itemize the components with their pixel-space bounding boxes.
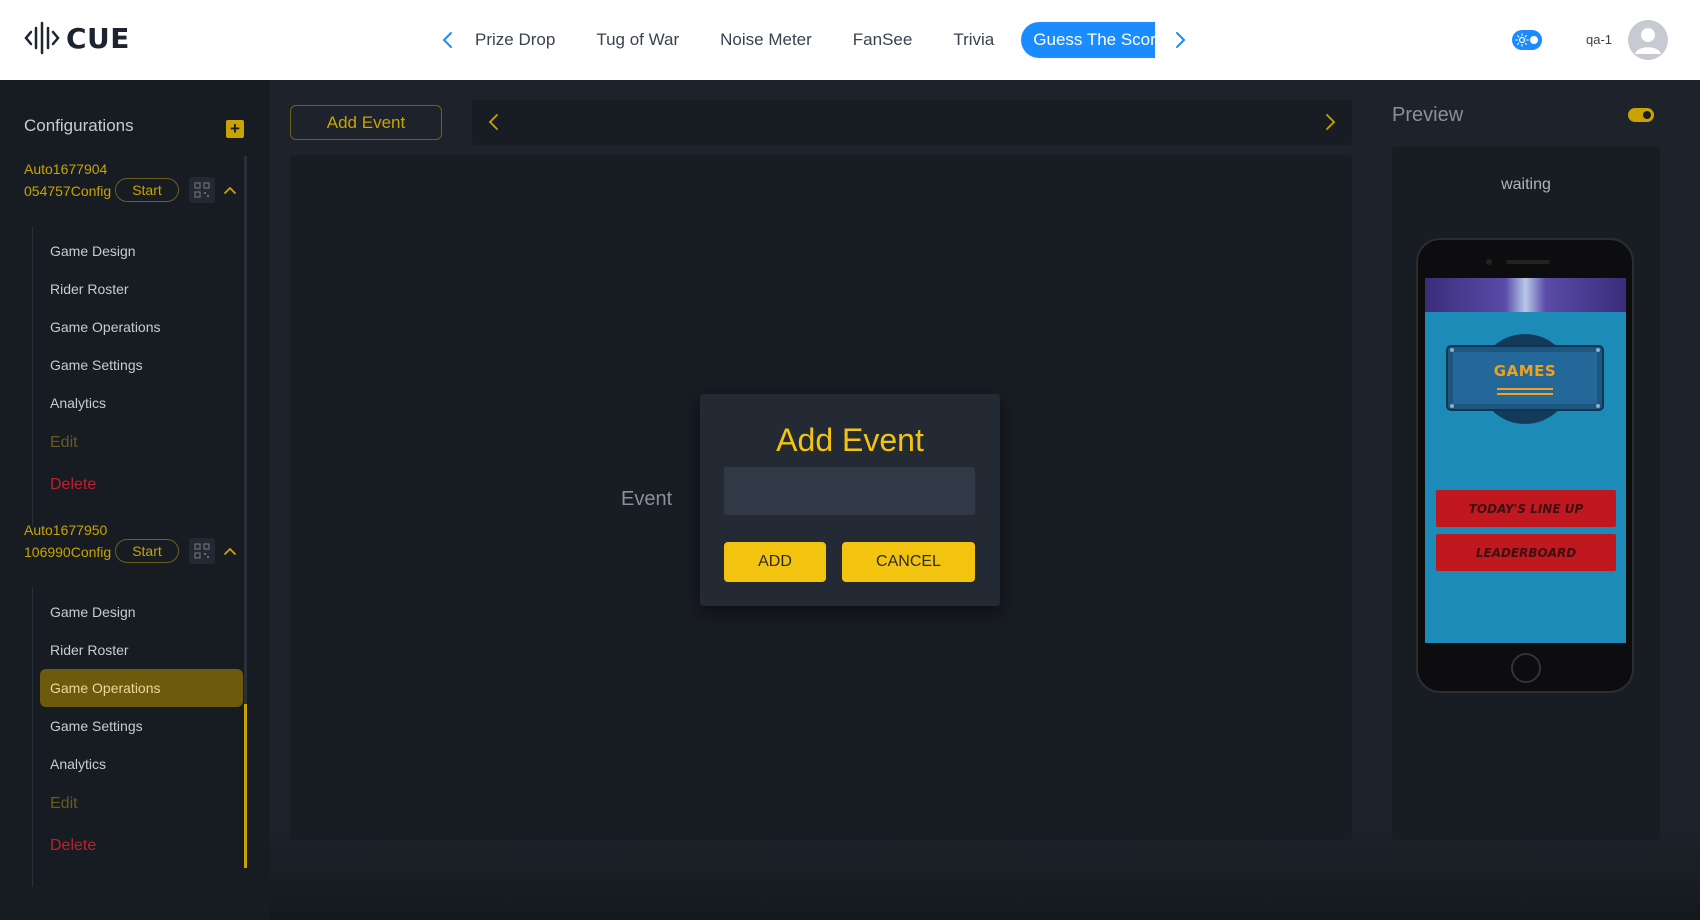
menu-rider-roster[interactable]: Rider Roster — [40, 631, 243, 669]
menu-analytics[interactable]: Analytics — [40, 745, 243, 783]
event-placeholder-text: Event — [621, 488, 673, 510]
preview-toggle[interactable] — [1628, 108, 1654, 122]
tree-line — [32, 587, 33, 887]
tree-line — [32, 226, 33, 526]
toggle-knob — [1530, 36, 1538, 44]
menu-delete[interactable]: Delete — [40, 466, 243, 504]
tabs-prev-button[interactable] — [436, 26, 460, 54]
phone-screen: GAMES TODAY'S LINE UP LEADERBOARD — [1425, 278, 1626, 643]
sun-icon — [1515, 33, 1529, 47]
theme-toggle[interactable] — [1512, 30, 1542, 50]
todays-line-up-button[interactable]: TODAY'S LINE UP — [1436, 490, 1616, 527]
chevron-up-icon[interactable] — [222, 182, 238, 198]
menu-game-design[interactable]: Game Design — [40, 232, 243, 270]
phone-speaker — [1506, 260, 1550, 264]
dialog-title: Add Event — [776, 422, 924, 458]
menu-edit[interactable]: Edit — [40, 424, 243, 462]
preview-panel: waiting GAMES TODAY'S LINE UP LEADERBOAR… — [1392, 146, 1660, 840]
chevron-left-icon[interactable] — [484, 112, 504, 132]
phone-home-button — [1511, 653, 1541, 683]
add-button[interactable]: ADD — [724, 542, 826, 582]
cancel-button[interactable]: CANCEL — [842, 542, 975, 582]
phone-camera — [1486, 259, 1492, 265]
logo-text: CUE — [66, 21, 130, 55]
chevron-right-icon — [1176, 32, 1186, 48]
user-label: qa-1 — [1586, 32, 1613, 47]
chevron-right-icon[interactable] — [1320, 112, 1340, 132]
user-avatar[interactable] — [1628, 20, 1668, 60]
top-bar: CUE Prize Drop Tug of War Noise Meter Fa… — [0, 0, 1700, 80]
menu-rider-roster[interactable]: Rider Roster — [40, 270, 243, 308]
waveform-logo-icon — [24, 21, 60, 55]
tab-noise-meter[interactable]: Noise Meter — [708, 22, 824, 58]
tab-prize-drop[interactable]: Prize Drop — [470, 22, 567, 58]
config-name[interactable]: Auto1677904054757Config — [24, 158, 114, 202]
toggle-knob — [1643, 111, 1651, 119]
user-icon — [1635, 28, 1661, 54]
qr-code-icon — [194, 182, 210, 198]
add-event-dialog: Add Event ADD CANCEL — [700, 394, 1000, 606]
menu-game-design[interactable]: Game Design — [40, 593, 243, 631]
menu-game-settings[interactable]: Game Settings — [40, 707, 243, 745]
tab-guess-the-score[interactable]: Guess The Score — [1021, 22, 1155, 58]
start-button[interactable]: Start — [115, 539, 179, 563]
game-tabs: Prize Drop Tug of War Noise Meter FanSee… — [470, 20, 1155, 60]
tab-tug-of-war[interactable]: Tug of War — [584, 22, 691, 58]
menu-game-operations[interactable]: Game Operations — [40, 669, 243, 707]
preview-title: Preview — [1392, 104, 1464, 126]
leaderboard-button[interactable]: LEADERBOARD — [1436, 534, 1616, 571]
games-logo-text: GAMES — [1493, 362, 1557, 380]
phone-mockup: GAMES TODAY'S LINE UP LEADERBOARD — [1416, 238, 1634, 693]
tabs-next-button[interactable] — [1168, 26, 1192, 54]
event-name-input[interactable] — [724, 467, 975, 515]
games-logo: GAMES — [1445, 332, 1605, 426]
logo[interactable]: CUE — [24, 20, 130, 56]
add-configuration-button[interactable]: + — [226, 120, 244, 138]
event-tabs-bar — [472, 100, 1352, 145]
qr-code-button[interactable] — [189, 177, 215, 203]
chevron-up-icon[interactable] — [222, 543, 238, 559]
preview-status: waiting — [1501, 176, 1551, 193]
start-button[interactable]: Start — [115, 178, 179, 202]
menu-game-settings[interactable]: Game Settings — [40, 346, 243, 384]
menu-edit[interactable]: Edit — [40, 785, 243, 823]
qr-code-icon — [194, 543, 210, 559]
sidebar: Configurations + Auto1677904054757Config… — [0, 80, 270, 920]
add-event-button[interactable]: Add Event — [290, 105, 442, 140]
screen-banner-image — [1425, 278, 1626, 312]
chevron-left-icon — [442, 32, 452, 48]
config-name[interactable]: Auto1677950106990Config — [24, 519, 114, 563]
sidebar-scrollbar-thumb[interactable] — [244, 704, 247, 868]
menu-delete[interactable]: Delete — [40, 827, 243, 865]
menu-game-operations[interactable]: Game Operations — [40, 308, 243, 346]
tab-fansee[interactable]: FanSee — [841, 22, 925, 58]
tab-trivia[interactable]: Trivia — [941, 22, 1006, 58]
qr-code-button[interactable] — [189, 538, 215, 564]
sidebar-title: Configurations — [24, 116, 134, 135]
menu-analytics[interactable]: Analytics — [40, 384, 243, 422]
plus-icon: + — [230, 119, 240, 138]
